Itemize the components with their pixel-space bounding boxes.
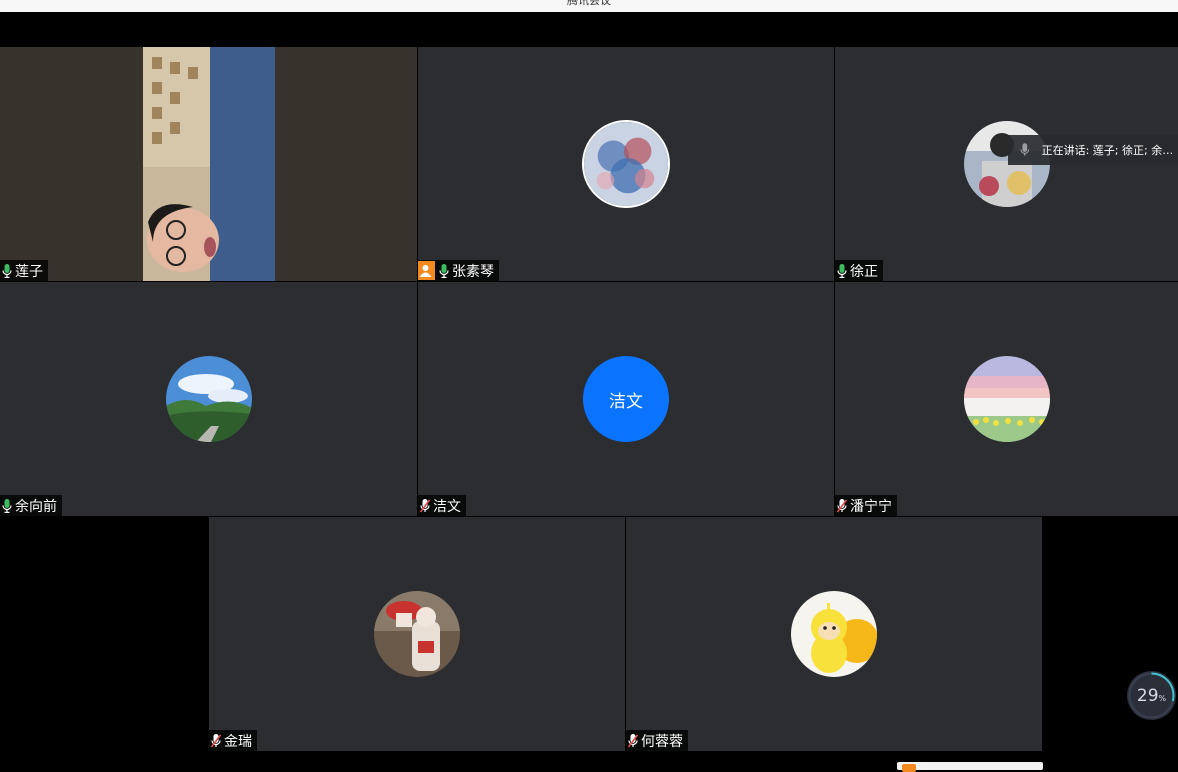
speaking-text: 正在讲话: 莲子; 徐正; 余向... bbox=[1041, 144, 1178, 157]
participant-name: 何蓉蓉 bbox=[641, 733, 683, 750]
participant-nametag: 洁文 bbox=[418, 495, 466, 516]
participant-name: 莲子 bbox=[15, 263, 43, 280]
participant-avatar bbox=[582, 120, 670, 208]
participant-avatar-initials: 洁文 bbox=[583, 356, 669, 442]
participant-nametag: 张素琴 bbox=[418, 260, 499, 281]
mic-icon bbox=[1020, 143, 1030, 157]
participant-name: 潘宁宁 bbox=[850, 498, 892, 515]
participant-tile-lianzi[interactable]: 莲子 bbox=[0, 47, 417, 281]
mic-on-icon bbox=[837, 264, 847, 278]
mic-on-icon bbox=[439, 264, 449, 278]
window-titlebar[interactable]: 腾讯会议 bbox=[0, 0, 1178, 12]
participant-tile-herongrong[interactable]: 何蓉蓉 bbox=[626, 517, 1042, 751]
network-quality-widget[interactable]: 29% bbox=[1127, 671, 1176, 720]
bottom-notification-bar[interactable] bbox=[897, 762, 1043, 772]
participant-name: 张素琴 bbox=[452, 263, 494, 280]
participant-tile-jiewen[interactable]: 洁文 洁文 bbox=[418, 282, 834, 516]
participant-avatar bbox=[374, 591, 460, 677]
notification-icon bbox=[902, 764, 916, 772]
window-title: 腾讯会议 bbox=[567, 0, 611, 7]
participant-name: 余向前 bbox=[15, 498, 57, 515]
host-icon bbox=[418, 261, 435, 280]
mic-muted-icon bbox=[837, 499, 847, 513]
participant-nametag: 徐正 bbox=[835, 260, 883, 281]
participant-nametag: 何蓉蓉 bbox=[626, 730, 688, 751]
mic-muted-icon bbox=[211, 734, 221, 748]
speaking-indicator: 正在讲话: 莲子; 徐正; 余向... bbox=[1008, 135, 1178, 165]
participant-nametag: 余向前 bbox=[0, 495, 62, 516]
participant-nametag: 莲子 bbox=[0, 260, 48, 281]
participant-tile-jinrui[interactable]: 金瑞 bbox=[209, 517, 625, 751]
participant-nametag: 潘宁宁 bbox=[835, 495, 897, 516]
mic-on-icon bbox=[2, 499, 12, 513]
network-value: 29 bbox=[1136, 685, 1159, 706]
mic-muted-icon bbox=[628, 734, 638, 748]
participant-avatar bbox=[791, 591, 877, 677]
participant-name: 洁文 bbox=[433, 498, 461, 515]
mic-muted-icon bbox=[420, 499, 430, 513]
participant-name: 徐正 bbox=[850, 263, 878, 280]
participant-video-feed bbox=[0, 47, 417, 281]
participant-tile-yuxiangqian[interactable]: 余向前 bbox=[0, 282, 417, 516]
network-unit: % bbox=[1158, 694, 1167, 703]
participant-nametag: 金瑞 bbox=[209, 730, 257, 751]
participant-tile-panningning[interactable]: 潘宁宁 bbox=[835, 282, 1178, 516]
participant-avatar bbox=[165, 356, 252, 442]
mic-on-icon bbox=[2, 264, 12, 278]
participant-avatar bbox=[963, 356, 1050, 442]
participant-name: 金瑞 bbox=[224, 733, 252, 750]
network-percentage: 29% bbox=[1127, 671, 1176, 720]
participant-tile-zhangsuqin[interactable]: 张素琴 bbox=[418, 47, 834, 281]
